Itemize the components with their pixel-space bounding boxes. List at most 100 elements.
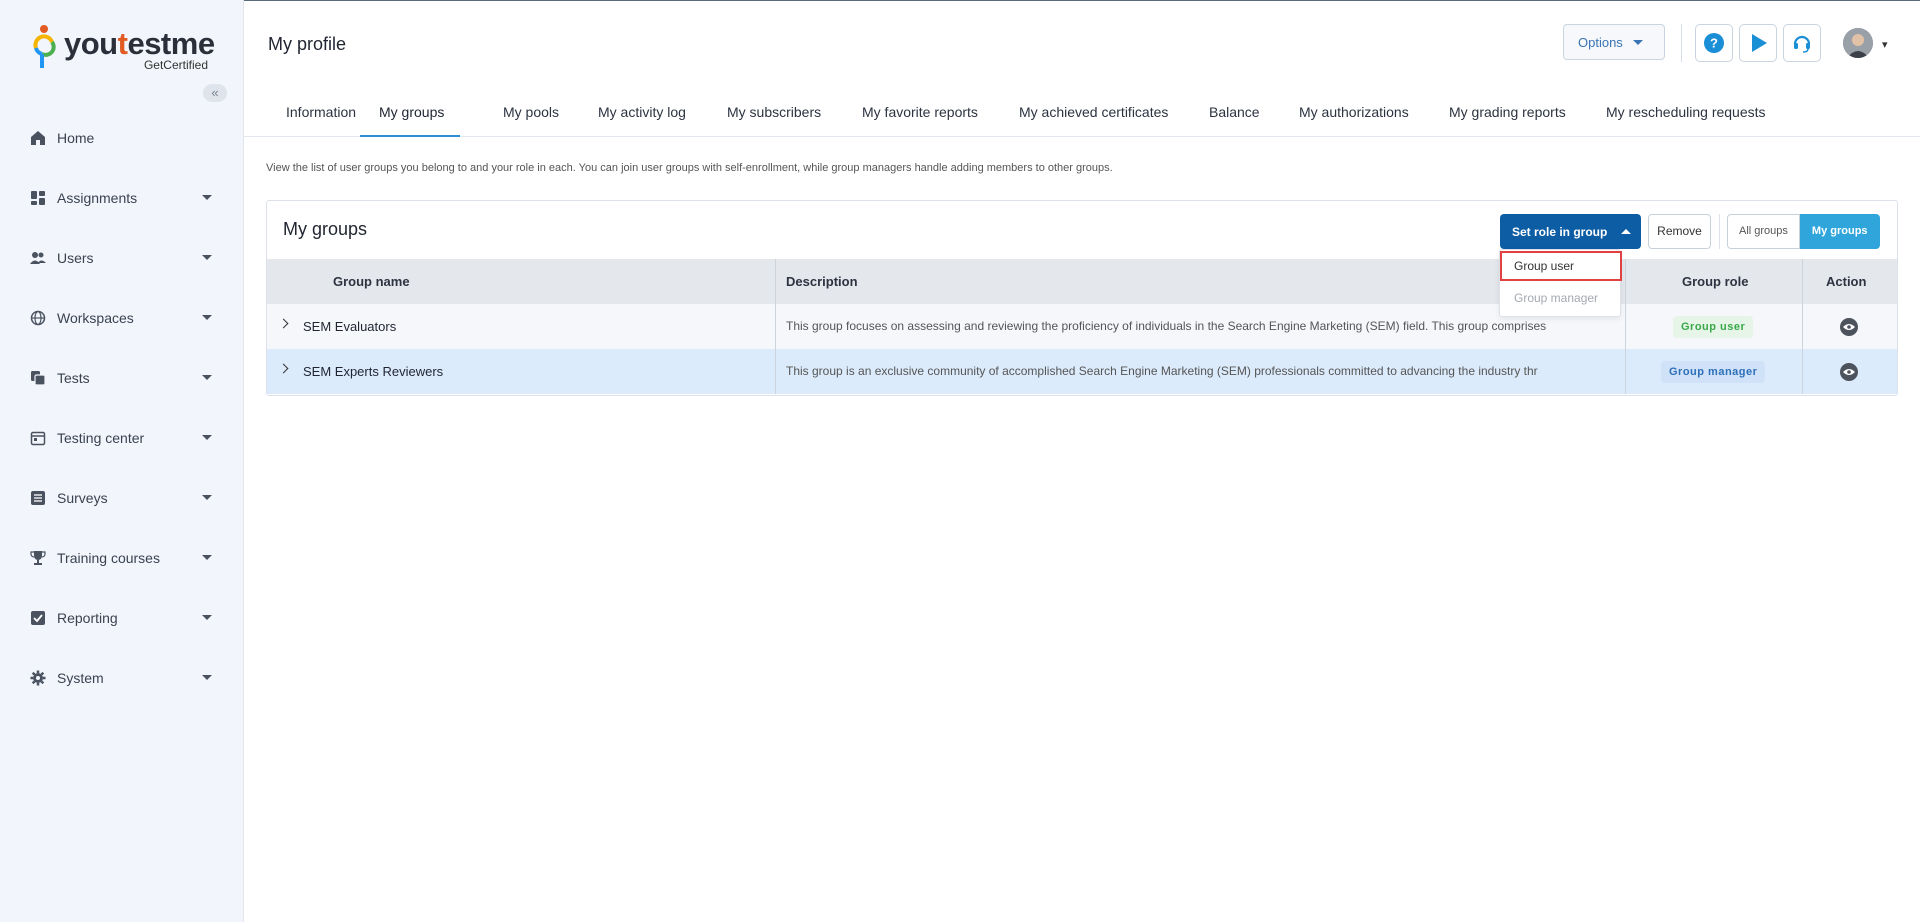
all-groups-button[interactable]: All groups	[1727, 214, 1800, 249]
set-role-in-group-button[interactable]: Set role in group	[1500, 214, 1641, 249]
sidebar: youtestme GetCertified « Home Assignment…	[0, 0, 244, 922]
chevron-right-icon[interactable]	[278, 318, 289, 329]
remove-button[interactable]: Remove	[1648, 214, 1711, 249]
tab-information[interactable]: Information	[286, 88, 356, 137]
sidebar-item-label: Home	[57, 130, 95, 146]
logo-mark-icon	[33, 25, 56, 68]
sidebar-item-label: Reporting	[57, 610, 118, 626]
trophy-icon	[30, 551, 46, 565]
users-icon	[30, 252, 46, 264]
play-tutorial-button[interactable]	[1739, 24, 1777, 62]
sidebar-item-label: Surveys	[57, 490, 108, 506]
sidebar-item-label: System	[57, 670, 104, 686]
eye-icon[interactable]	[1840, 318, 1858, 336]
sidebar-item-surveys[interactable]: Surveys	[0, 468, 244, 528]
logo-subtitle: GetCertified	[143, 58, 208, 72]
sidebar-item-system[interactable]: System	[0, 648, 244, 708]
column-divider	[775, 259, 776, 394]
chevron-down-icon[interactable]: ▾	[1882, 38, 1888, 51]
dashboard-icon	[31, 191, 45, 205]
group-name-cell: SEM Evaluators	[303, 319, 397, 334]
sidebar-item-workspaces[interactable]: Workspaces	[0, 288, 244, 348]
caret-up-icon	[1621, 229, 1632, 234]
tab-my-groups[interactable]: My groups	[360, 88, 461, 137]
chevron-down-icon	[202, 435, 212, 440]
play-icon	[1752, 34, 1767, 52]
globe-icon	[30, 310, 46, 326]
eye-icon[interactable]	[1840, 363, 1858, 381]
card-title: My groups	[283, 219, 368, 239]
chevron-down-icon	[202, 255, 212, 260]
logo-text: youtestme	[64, 26, 215, 61]
column-divider	[1625, 259, 1626, 394]
sidebar-item-label: Workspaces	[57, 310, 134, 326]
sidebar-item-label: Testing center	[57, 430, 145, 446]
user-avatar[interactable]	[1843, 28, 1873, 58]
sidebar-item-label: Assignments	[57, 190, 138, 206]
svg-text:?: ?	[1710, 36, 1718, 51]
tab-my-subscribers[interactable]: My subscribers	[727, 88, 821, 137]
tab-my-activity-log[interactable]: My activity log	[598, 88, 686, 137]
tab-my-authorizations[interactable]: My authorizations	[1299, 88, 1409, 137]
logo[interactable]: youtestme GetCertified	[32, 22, 215, 72]
group-role-badge: Group user	[1673, 316, 1754, 338]
page-title: My profile	[268, 34, 347, 54]
sidebar-item-users[interactable]: Users	[0, 228, 244, 288]
chevron-down-icon	[202, 315, 212, 320]
chevron-down-icon	[202, 375, 212, 380]
chevron-down-icon	[202, 615, 212, 620]
caret-down-icon	[1632, 39, 1643, 45]
table-row[interactable]: SEM Evaluators This group focuses on ass…	[267, 304, 1897, 349]
dropdown-item-group-user[interactable]: Group user	[1500, 251, 1622, 281]
sidebar-item-reporting[interactable]: Reporting	[0, 588, 244, 648]
tab-my-favorite-reports[interactable]: My favorite reports	[862, 88, 978, 137]
sidebar-item-label: Tests	[57, 370, 90, 386]
column-header-action: Action	[1826, 274, 1867, 289]
tab-my-achieved-certificates[interactable]: My achieved certificates	[1019, 88, 1168, 137]
column-divider	[1802, 259, 1803, 394]
column-header-group-role[interactable]: Group role	[1682, 259, 1748, 304]
home-icon	[31, 131, 45, 145]
tab-my-pools[interactable]: My pools	[503, 88, 559, 137]
set-role-dropdown: Group user Group manager	[1499, 249, 1622, 317]
sidebar-item-training-courses[interactable]: Training courses	[0, 528, 244, 588]
sidebar-item-label: Users	[57, 250, 94, 266]
support-button[interactable]	[1783, 24, 1821, 62]
profile-tabs: Information My groups My pools My activi…	[244, 88, 1920, 137]
headset-icon	[1793, 35, 1811, 53]
help-button[interactable]: ?	[1695, 24, 1733, 62]
header-divider	[1681, 24, 1682, 62]
copy-icon	[31, 371, 46, 386]
column-header-group-name[interactable]: Group name	[333, 259, 410, 304]
options-button[interactable]: Options	[1563, 24, 1665, 60]
chevron-down-icon	[202, 555, 212, 560]
tab-balance[interactable]: Balance	[1209, 88, 1260, 137]
sidebar-item-testing-center[interactable]: Testing center	[0, 408, 244, 468]
chevron-down-icon	[202, 675, 212, 680]
dropdown-item-group-manager[interactable]: Group manager	[1500, 283, 1622, 313]
sidebar-item-assignments[interactable]: Assignments	[0, 168, 244, 228]
table-header: Group name Description Group role Action	[267, 259, 1897, 304]
tab-my-grading-reports[interactable]: My grading reports	[1449, 88, 1566, 137]
calendar-icon	[30, 431, 46, 446]
table-row[interactable]: SEM Experts Reviewers This group is an e…	[267, 349, 1897, 394]
help-icon: ?	[1704, 33, 1724, 53]
tab-my-rescheduling-requests[interactable]: My rescheduling requests	[1606, 88, 1766, 137]
sidebar-item-label: Training courses	[57, 550, 160, 566]
chevron-right-icon[interactable]	[278, 363, 289, 374]
group-role-badge: Group manager	[1661, 361, 1766, 383]
page-description: View the list of user groups you belong …	[266, 162, 1113, 174]
double-chevron-left-icon: «	[211, 85, 219, 100]
group-name-cell: SEM Experts Reviewers	[303, 364, 444, 379]
my-groups-button[interactable]: My groups	[1799, 214, 1880, 249]
groups-filter-toggle: All groups My groups	[1727, 214, 1880, 249]
chevron-down-icon	[202, 195, 212, 200]
options-label: Options	[1578, 34, 1623, 50]
sidebar-nav: Home Assignments Users Workspaces Tests …	[0, 108, 244, 708]
collapse-sidebar-button[interactable]: «	[203, 84, 227, 102]
set-role-label: Set role in group	[1512, 224, 1608, 239]
column-header-description[interactable]: Description	[786, 259, 858, 304]
list-icon	[31, 491, 45, 505]
sidebar-item-tests[interactable]: Tests	[0, 348, 244, 408]
sidebar-item-home[interactable]: Home	[0, 108, 244, 168]
